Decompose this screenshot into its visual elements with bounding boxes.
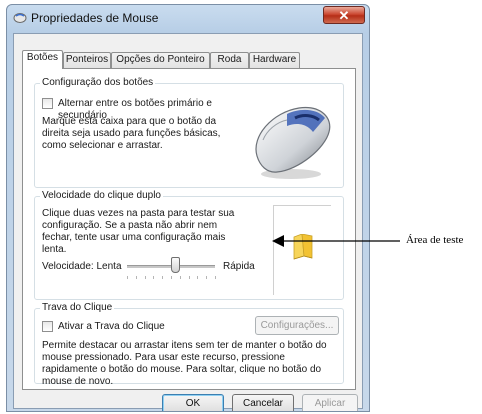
tab-panel-botoes: Configuração dos botões Alternar entre o… [22, 68, 356, 390]
slider-tick [206, 276, 208, 279]
click-lock-checkbox[interactable] [42, 321, 53, 332]
switch-buttons-checkbox[interactable] [42, 98, 53, 109]
speed-slider-ticks [127, 276, 216, 279]
tab-label: Roda [217, 54, 242, 65]
test-area[interactable] [273, 205, 331, 295]
tab-label: Botões [26, 52, 59, 63]
mouse-icon [255, 106, 331, 179]
speed-fast-label: Rápida [223, 261, 255, 272]
slider-tick [171, 276, 172, 279]
slider-tick [127, 276, 128, 279]
tab-opcoes-do-ponteiro[interactable]: Opções do Ponteiro [111, 52, 210, 68]
slider-tick [188, 276, 190, 279]
slider-tick [144, 276, 146, 279]
switch-buttons-description: Marque esta caixa para que o botão da di… [42, 116, 221, 151]
click-lock-label[interactable]: Ativar a Trava do Clique [58, 321, 165, 333]
slider-tick [135, 276, 137, 279]
click-lock-settings-button[interactable]: Configurações... [255, 316, 339, 335]
tab-hardware[interactable]: Hardware [249, 52, 300, 68]
tab-botoes[interactable]: Botões [22, 50, 63, 69]
slider-tick [179, 276, 181, 279]
slider-tick [215, 276, 216, 279]
tab-roda[interactable]: Roda [210, 52, 249, 68]
apply-button[interactable]: Aplicar [302, 394, 358, 411]
window-title: Propriedades de Mouse [31, 11, 159, 25]
tab-label: Hardware [252, 54, 297, 65]
title-bar[interactable]: Propriedades de Mouse ✕ [7, 5, 369, 31]
close-button[interactable]: ✕ [323, 6, 365, 24]
tab-label: Opções do Ponteiro [116, 54, 205, 65]
dialog-client: Botões Ponteiros Opções do Ponteiro Roda… [13, 33, 363, 411]
close-icon: ✕ [338, 7, 350, 23]
tab-ponteiros[interactable]: Ponteiros [63, 52, 111, 68]
ok-button[interactable]: OK [162, 394, 224, 411]
double-click-group-label: Velocidade do clique duplo [40, 190, 163, 201]
speed-slow-label: Velocidade: Lenta [42, 261, 122, 272]
annotation-label: Área de teste [406, 234, 464, 246]
double-click-description: Clique duas vezes na pasta para testar s… [42, 208, 235, 255]
mouse-properties-window: Propriedades de Mouse ✕ Botões Ponteiros… [6, 4, 370, 412]
slider-tick [162, 276, 164, 279]
slider-tick [197, 276, 199, 279]
mouse-icon [13, 13, 27, 23]
tab-label: Ponteiros [65, 54, 109, 65]
annotation-arrow [272, 235, 400, 247]
button-config-group-label: Configuração dos botões [40, 77, 156, 88]
slider-tick [153, 276, 155, 279]
speed-slider-thumb[interactable] [170, 257, 180, 273]
cancel-button[interactable]: Cancelar [232, 394, 294, 411]
click-lock-group-label: Trava do Clique [40, 302, 115, 313]
click-lock-description: Permite destacar ou arrastar itens sem t… [42, 340, 327, 387]
